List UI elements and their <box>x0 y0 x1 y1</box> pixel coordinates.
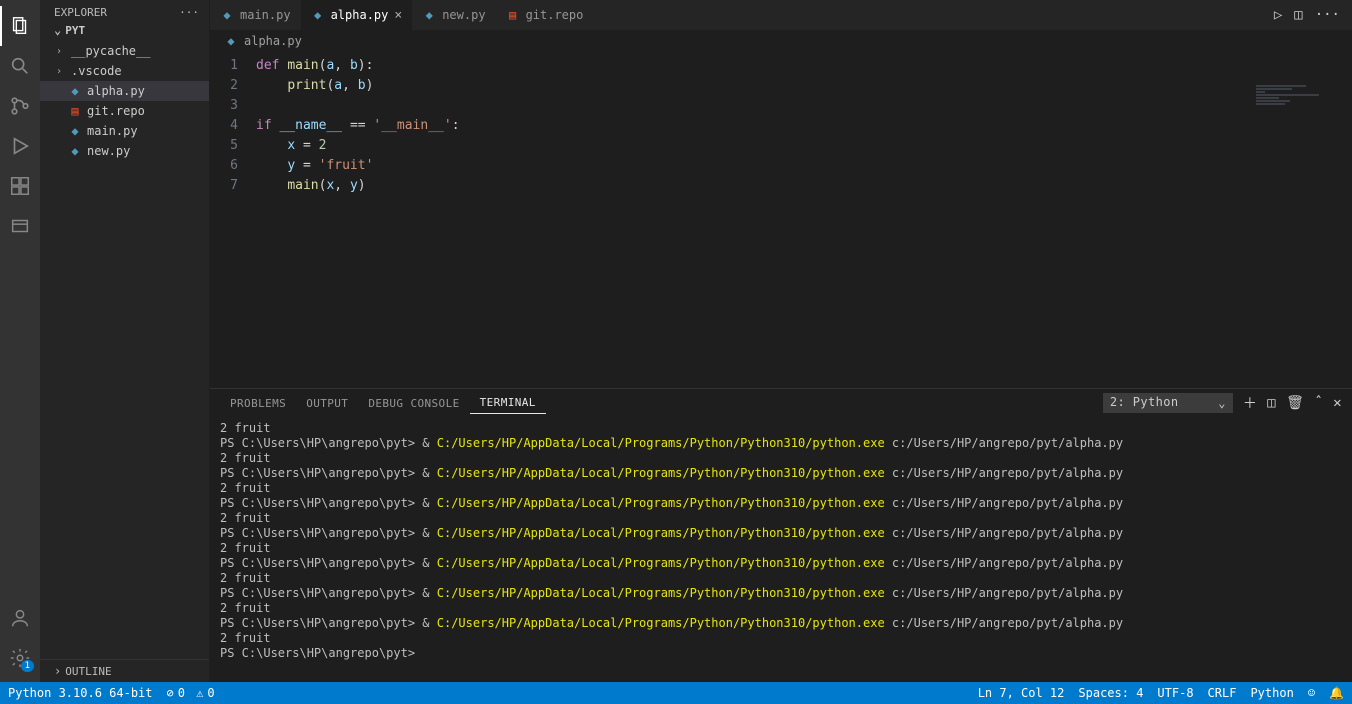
panel-tab-terminal[interactable]: TERMINAL <box>470 392 546 414</box>
explorer-icon[interactable] <box>0 6 40 46</box>
terminal-selector[interactable]: 2: Python <box>1103 393 1233 413</box>
status-eol[interactable]: CRLF <box>1208 686 1237 700</box>
settings-icon[interactable]: 1 <box>0 638 40 678</box>
file-item[interactable]: ◆alpha.py <box>40 81 209 101</box>
editor-tab[interactable]: ◆main.py <box>210 0 301 30</box>
notifications-icon[interactable]: 🔔 <box>1329 686 1344 700</box>
account-icon[interactable] <box>0 598 40 638</box>
file-item[interactable]: ◆new.py <box>40 141 209 161</box>
activity-bar: 1 <box>0 0 40 682</box>
editor-tab[interactable]: ▤git.repo <box>496 0 594 30</box>
panel-tab-debug-console[interactable]: DEBUG CONSOLE <box>358 393 469 414</box>
panel-tab-output[interactable]: OUTPUT <box>296 393 358 414</box>
breadcrumbs[interactable]: ◆ alpha.py <box>210 30 1352 52</box>
status-interpreter[interactable]: Python 3.10.6 64-bit <box>8 686 153 700</box>
close-panel-icon[interactable]: ✕ <box>1333 395 1342 411</box>
new-terminal-icon[interactable]: ＋ <box>1243 393 1257 413</box>
status-spaces[interactable]: Spaces: 4 <box>1078 686 1143 700</box>
bottom-panel: PROBLEMSOUTPUTDEBUG CONSOLETERMINAL 2: P… <box>210 388 1352 682</box>
outline-section[interactable]: OUTLINE <box>40 659 209 682</box>
settings-badge: 1 <box>21 660 34 672</box>
status-encoding[interactable]: UTF-8 <box>1157 686 1193 700</box>
git-file-icon: ▤ <box>506 8 520 22</box>
status-cursor[interactable]: Ln 7, Col 12 <box>978 686 1065 700</box>
split-editor-icon[interactable]: ◫ <box>1294 7 1302 23</box>
close-tab-icon[interactable]: × <box>394 8 402 23</box>
status-bar: Python 3.10.6 64-bit ⊘ 0 ⚠ 0 Ln 7, Col 1… <box>0 682 1352 704</box>
line-gutter: 1234567 <box>210 52 252 388</box>
search-icon[interactable] <box>0 46 40 86</box>
kill-terminal-icon[interactable]: 🗑 <box>1286 395 1304 411</box>
py-file-icon: ◆ <box>220 8 234 22</box>
status-lang[interactable]: Python <box>1250 686 1293 700</box>
maximize-panel-icon[interactable]: ˆ <box>1314 395 1323 411</box>
file-item[interactable]: ◆main.py <box>40 121 209 141</box>
run-icon[interactable]: ▷ <box>1274 7 1282 23</box>
folder-item[interactable]: ›__pycache__ <box>40 41 209 61</box>
sidebar-title: EXPLORER <box>54 6 107 19</box>
breadcrumb-file: alpha.py <box>244 34 302 48</box>
debug-icon[interactable] <box>0 126 40 166</box>
py-file-icon: ◆ <box>68 84 82 98</box>
feedback-icon[interactable]: ☺ <box>1308 686 1315 700</box>
code-editor[interactable]: def main(a, b): print(a, b) if __name__ … <box>252 52 1352 388</box>
minimap[interactable] <box>1256 84 1346 134</box>
editor-tab[interactable]: ◆alpha.py× <box>301 0 413 30</box>
panel-tabs: PROBLEMSOUTPUTDEBUG CONSOLETERMINAL 2: P… <box>210 389 1352 417</box>
editor-area: ◆main.py◆alpha.py×◆new.py▤git.repo ▷ ◫ ·… <box>210 0 1352 682</box>
scm-icon[interactable] <box>0 86 40 126</box>
project-root[interactable]: PYT <box>40 21 209 39</box>
editor-more-icon[interactable]: ··· <box>1315 7 1340 23</box>
activity-extra-icon[interactable] <box>0 206 40 246</box>
extensions-icon[interactable] <box>0 166 40 206</box>
py-file-icon: ◆ <box>68 144 82 158</box>
split-terminal-icon[interactable]: ◫ <box>1267 395 1276 411</box>
git-file-icon: ▤ <box>68 104 82 118</box>
terminal[interactable]: 2 fruitPS C:\Users\HP\angrepo\pyt> & C:/… <box>210 417 1352 682</box>
file-tree: ›__pycache__›.vscode◆alpha.py▤git.repo◆m… <box>40 39 209 659</box>
panel-tab-problems[interactable]: PROBLEMS <box>220 393 296 414</box>
py-file-icon: ◆ <box>68 124 82 138</box>
file-item[interactable]: ▤git.repo <box>40 101 209 121</box>
status-problems[interactable]: ⊘ 0 ⚠ 0 <box>167 686 215 700</box>
py-file-icon: ◆ <box>311 8 325 22</box>
py-file-icon: ◆ <box>422 8 436 22</box>
sidebar-more-icon[interactable]: ··· <box>179 6 199 19</box>
python-file-icon: ◆ <box>224 34 238 48</box>
editor-tabs: ◆main.py◆alpha.py×◆new.py▤git.repo ▷ ◫ ·… <box>210 0 1352 30</box>
editor-tab[interactable]: ◆new.py <box>412 0 495 30</box>
folder-item[interactable]: ›.vscode <box>40 61 209 81</box>
sidebar: EXPLORER ··· PYT ›__pycache__›.vscode◆al… <box>40 0 210 682</box>
